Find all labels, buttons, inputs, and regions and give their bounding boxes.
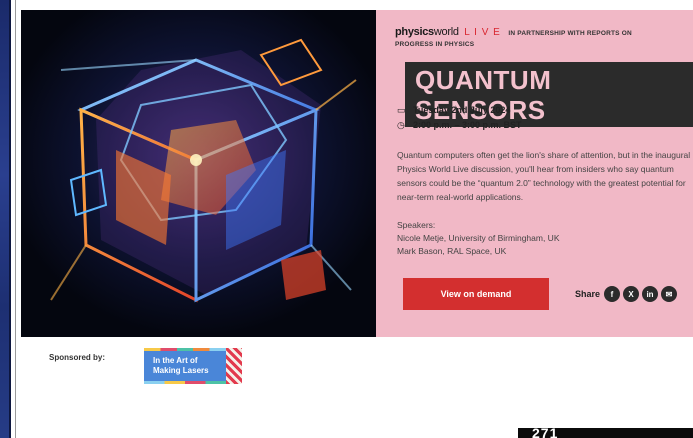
brand-header: physicsworld L I V E IN PARTNERSHIP WITH… <box>395 26 632 38</box>
speakers-block: Speakers: Nicole Metje, University of Bi… <box>397 219 560 258</box>
column-divider <box>15 0 16 438</box>
facebook-icon[interactable]: f <box>604 286 620 302</box>
event-description: Quantum computers often get the lion's s… <box>397 150 691 202</box>
partnership-text-line2: PROGRESS IN PHYSICS <box>395 41 475 48</box>
quantum-cube-artwork <box>21 10 376 337</box>
event-time-row: ◷ 2:00 p.m. – 3:00 p.m. BST <box>397 120 522 131</box>
event-time: 2:00 p.m. – 3:00 p.m. BST <box>413 120 522 130</box>
sponsored-by-label: Sponsored by: <box>49 353 106 362</box>
clock-icon: ◷ <box>397 120 405 130</box>
speaker-item: Nicole Metje, University of Birmingham, … <box>397 233 560 243</box>
sponsor-logo-stripe <box>144 381 226 384</box>
event-title-box: QUANTUM SENSORS <box>405 62 693 127</box>
physicsworld-logo-physics: physics <box>395 26 434 38</box>
sponsor-logo[interactable]: In the Art of Making Lasers <box>144 348 242 384</box>
calendar-icon: ▭ <box>397 105 406 115</box>
linkedin-icon[interactable]: in <box>642 286 658 302</box>
event-title: QUANTUM SENSORS <box>415 65 552 125</box>
event-date-row: ▭ Tuesday 2nd July 2024 <box>397 105 510 116</box>
sponsor-logo-line1: In the Art of <box>153 356 198 365</box>
physicsworld-logo-world: world <box>433 26 459 38</box>
email-icon[interactable]: ✉ <box>661 286 677 302</box>
speakers-label: Speakers: <box>397 220 436 230</box>
sponsor-logo-stripe <box>144 348 226 351</box>
cube-illustration <box>21 10 376 337</box>
partnership-text: IN PARTNERSHIP WITH REPORTS ON <box>508 30 632 37</box>
sponsor-logo-line2: Making Lasers <box>153 366 209 375</box>
share-label: Share <box>575 289 601 299</box>
live-logo: L I V E <box>464 27 501 38</box>
x-icon[interactable]: X <box>623 286 639 302</box>
event-date: Tuesday 2nd July 2024 <box>413 105 511 115</box>
event-banner: physicsworld L I V E IN PARTNERSHIP WITH… <box>21 10 693 337</box>
speaker-item: Mark Bason, RAL Space, UK <box>397 246 507 256</box>
event-info-panel: physicsworld L I V E IN PARTNERSHIP WITH… <box>376 10 693 337</box>
left-page-edge <box>0 0 11 438</box>
page-number-box: 271 <box>518 428 693 438</box>
view-on-demand-button[interactable]: View on demand <box>403 278 549 310</box>
page-number: 271 <box>532 428 559 438</box>
sponsor-logo-pattern <box>226 348 242 384</box>
sponsor-logo-text: In the Art of Making Lasers <box>153 356 209 376</box>
